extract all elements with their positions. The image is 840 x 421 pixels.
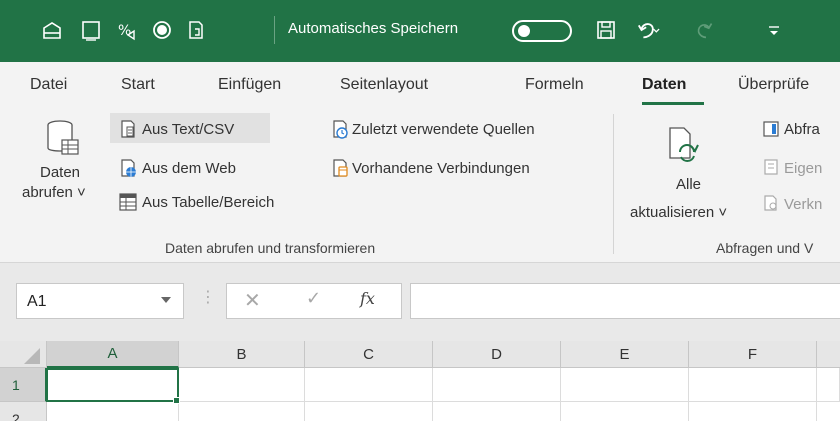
tab-data[interactable]: Daten: [642, 76, 686, 94]
toggle-knob: [518, 25, 530, 37]
title-bar: % Automatisches Speichern: [0, 0, 840, 62]
save-icon[interactable]: [40, 18, 64, 42]
column-header-c[interactable]: C: [305, 341, 433, 368]
edit-links-button: Verkn: [784, 196, 823, 213]
recent-sources-icon: [333, 120, 348, 139]
group-separator: [613, 114, 614, 254]
cell-b1[interactable]: [179, 368, 305, 402]
autosave-toggle[interactable]: [512, 20, 572, 42]
insert-function-icon[interactable]: fx: [360, 289, 375, 308]
ribbon-tabs: Datei Start Einfügen Seitenlayout Formel…: [0, 62, 840, 106]
cell-e1[interactable]: [561, 368, 689, 402]
column-header-row: A B C D E F: [0, 341, 840, 368]
text-csv-icon: [121, 120, 135, 138]
table-range-icon: [119, 193, 137, 211]
customize-icon[interactable]: [762, 18, 786, 42]
properties-button: Eigen: [784, 160, 823, 177]
active-tab-indicator: [642, 102, 704, 105]
column-header-f[interactable]: F: [689, 341, 817, 368]
recent-sources-button[interactable]: Zuletzt verwendete Quellen: [352, 121, 535, 138]
drag-handle-icon[interactable]: ⋮: [200, 287, 216, 307]
chevron-down-icon[interactable]: [161, 297, 171, 303]
cell-f2[interactable]: [689, 402, 817, 421]
disk-icon[interactable]: [594, 18, 618, 42]
column-header-e[interactable]: E: [561, 341, 689, 368]
cell-a2[interactable]: [47, 402, 179, 421]
from-table-range-button[interactable]: Aus Tabelle/Bereich: [142, 194, 274, 211]
column-header-a[interactable]: A: [47, 341, 179, 368]
tab-file[interactable]: Datei: [30, 76, 67, 94]
refresh-all-dropdown[interactable]: aktualisieren ˅: [630, 204, 727, 221]
cell-f1[interactable]: [689, 368, 817, 402]
refresh-all-label[interactable]: Alle: [676, 176, 701, 193]
properties-icon: [764, 159, 778, 175]
name-box[interactable]: A1: [16, 283, 184, 319]
database-icon[interactable]: [44, 118, 80, 162]
column-header-d[interactable]: D: [433, 341, 561, 368]
select-all-icon: [24, 348, 40, 364]
active-cell-border: [46, 368, 179, 402]
tab-review[interactable]: Überprüfe: [738, 76, 809, 94]
fill-handle[interactable]: [173, 397, 180, 404]
get-data-label[interactable]: Daten: [40, 164, 80, 181]
autosave-label: Automatisches Speichern: [288, 20, 459, 37]
cell-e2[interactable]: [561, 402, 689, 421]
row-header-2[interactable]: 2: [0, 402, 47, 421]
from-text-csv-button[interactable]: Aus Text/CSV: [142, 121, 234, 138]
group-label-queries-connections: Abfragen und V: [716, 240, 814, 256]
tab-page-layout[interactable]: Seitenlayout: [340, 76, 428, 94]
worksheet-grid: A B C D E F 1 2: [0, 341, 840, 421]
tab-home[interactable]: Start: [121, 76, 155, 94]
cell-c2[interactable]: [305, 402, 433, 421]
tab-formulas[interactable]: Formeln: [525, 76, 584, 94]
percent-format-icon[interactable]: %: [115, 18, 139, 42]
cancel-icon[interactable]: ✕: [244, 288, 261, 313]
refresh-all-icon[interactable]: [666, 126, 700, 166]
existing-connections-icon: [333, 159, 348, 177]
cell-g1[interactable]: [817, 368, 840, 402]
undo-icon[interactable]: [636, 18, 660, 42]
enter-icon[interactable]: ✓: [306, 288, 321, 309]
edit-links-icon: [764, 195, 777, 211]
ribbon-data: Daten abrufen ˅ Aus Text/CSV Aus dem Web…: [0, 106, 840, 262]
record-icon[interactable]: [150, 18, 174, 42]
copy-paste-icon[interactable]: [185, 18, 209, 42]
cell-d2[interactable]: [433, 402, 561, 421]
cell-d1[interactable]: [433, 368, 561, 402]
formula-bar: A1 ⋮ ✕ ✓ fx: [0, 263, 840, 341]
layout-icon[interactable]: [79, 18, 103, 42]
row-header-1[interactable]: 1: [0, 368, 47, 402]
existing-connections-button[interactable]: Vorhandene Verbindungen: [352, 160, 530, 177]
queries-connections-icon: [763, 121, 779, 137]
column-header-b[interactable]: B: [179, 341, 305, 368]
queries-connections-button[interactable]: Abfra: [784, 121, 820, 138]
cell-b2[interactable]: [179, 402, 305, 421]
web-icon: [121, 159, 136, 177]
toolbar-separator: [274, 16, 275, 44]
formula-input[interactable]: [410, 283, 840, 319]
from-web-button[interactable]: Aus dem Web: [142, 160, 236, 177]
group-label-get-transform: Daten abrufen und transformieren: [165, 240, 376, 256]
name-box-value: A1: [27, 293, 47, 310]
select-all-corner[interactable]: [0, 341, 47, 368]
get-data-dropdown[interactable]: abrufen ˅: [22, 184, 86, 201]
cell-c1[interactable]: [305, 368, 433, 402]
redo-icon: [694, 18, 718, 42]
tab-insert[interactable]: Einfügen: [218, 76, 281, 94]
